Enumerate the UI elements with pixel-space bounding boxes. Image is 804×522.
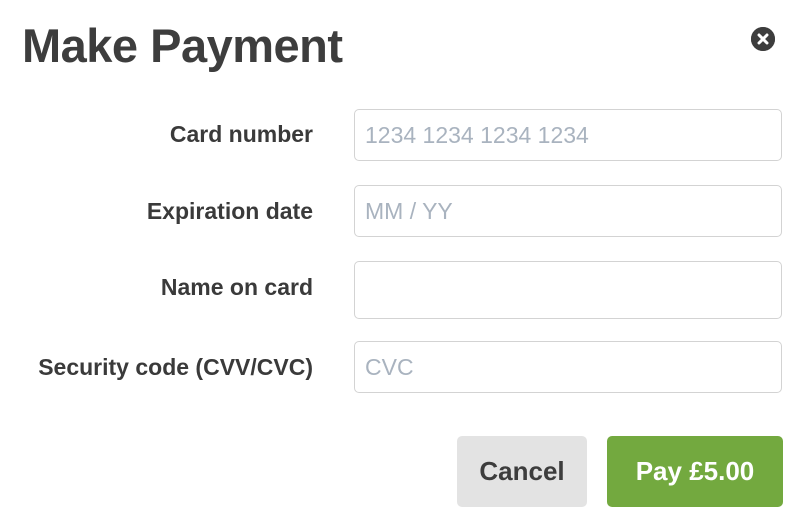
- security-code-field[interactable]: [354, 341, 782, 393]
- payment-dialog: Make Payment Card number Expiration date…: [0, 0, 804, 522]
- card-number-label: Card number: [169, 121, 313, 147]
- expiration-date-label: Expiration date: [146, 198, 313, 224]
- close-button[interactable]: [751, 27, 775, 51]
- cancel-button[interactable]: Cancel: [457, 436, 587, 507]
- expiration-date-field[interactable]: [354, 185, 782, 237]
- pay-button[interactable]: Pay £5.00: [607, 436, 783, 507]
- dialog-title: Make Payment: [22, 19, 343, 72]
- name-on-card-field[interactable]: [354, 261, 782, 319]
- security-code-label: Security code (CVV/CVC): [38, 354, 313, 380]
- name-on-card-label: Name on card: [160, 274, 313, 300]
- close-circle-icon: [751, 27, 775, 51]
- card-number-field[interactable]: [354, 109, 782, 161]
